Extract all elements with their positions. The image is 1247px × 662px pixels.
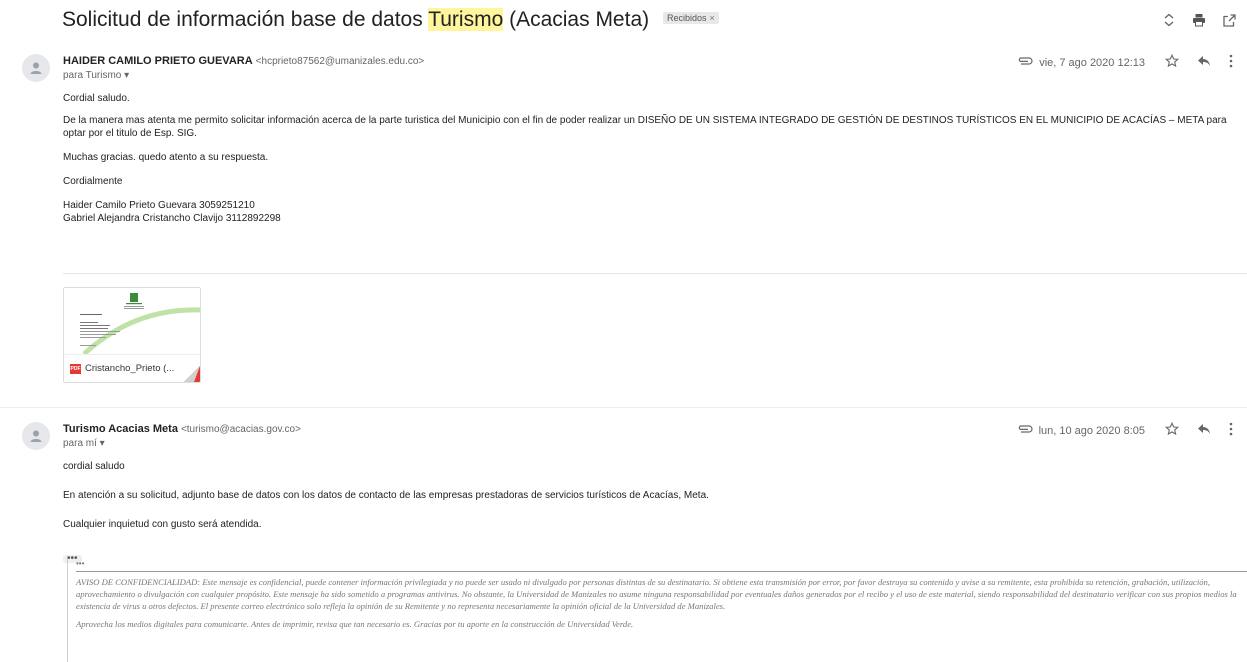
page-corner-fold-icon: [184, 366, 200, 382]
body-paragraph: Cualquier inquietud con gusto será atend…: [63, 519, 262, 530]
reply-icon[interactable]: [1197, 423, 1211, 438]
attachments-divider: [63, 273, 1247, 274]
label-chip-text: Recibidos: [666, 13, 707, 24]
sender-email: <hcprieto87562@umanizales.edu.co>: [255, 56, 425, 67]
star-icon[interactable]: [1164, 421, 1180, 439]
recipient-details-toggle[interactable]: para mí ▾: [63, 438, 105, 449]
body-paragraph: Muchas gracias. quedo atento a su respue…: [63, 152, 269, 163]
body-paragraph: Cordial saludo.: [63, 93, 130, 104]
attachment-filename: Cristancho_Prieto (...: [85, 363, 175, 374]
confidentiality-notice: AVISO DE CONFIDENCIALIDAD: Este mensaje …: [76, 576, 1247, 630]
sender-avatar[interactable]: [22, 422, 50, 450]
sender-name: HAIDER CAMILO PRIETO GUEVARA: [63, 55, 253, 67]
attachment-card[interactable]: PDF Cristancho_Prieto (...: [63, 287, 201, 383]
thread-subject: Solicitud de información base de datos T…: [62, 8, 719, 32]
legal-paragraph: AVISO DE CONFIDENCIALIDAD: Este mensaje …: [76, 577, 1237, 611]
body-paragraph: Cordialmente: [63, 176, 123, 187]
sender-name: Turismo Acacias Meta: [63, 423, 178, 435]
body-paragraph: En atención a su solicitud, adjunto base…: [63, 490, 709, 501]
legal-paragraph: Aprovecha los medios digitales para comu…: [76, 619, 634, 629]
thread-toolbar: [1161, 12, 1237, 28]
more-options-icon[interactable]: [1229, 422, 1233, 439]
reply-icon[interactable]: [1197, 55, 1211, 70]
subject-text-before: Solicitud de información base de datos: [62, 8, 429, 31]
subject-search-highlight: Turismo: [428, 8, 504, 31]
more-options-icon[interactable]: [1229, 54, 1233, 71]
message-separator: [0, 407, 1247, 408]
signature-line: Haider Camilo Prieto Guevara 3059251210: [63, 200, 255, 211]
sender-email: <turismo@acacias.gov.co>: [180, 424, 301, 435]
attachment-footer: PDF Cristancho_Prieto (...: [64, 354, 200, 382]
message-meta: vie, 7 ago 2020 12:13: [1017, 53, 1233, 71]
label-chip-recibidos[interactable]: Recibidos ×: [662, 12, 719, 25]
label-remove-icon[interactable]: ×: [710, 13, 715, 23]
message-sender[interactable]: HAIDER CAMILO PRIETO GUEVARA <hcprieto875…: [63, 55, 424, 67]
message-meta: lun, 10 ago 2020 8:05: [1017, 421, 1233, 439]
expand-collapse-icon[interactable]: [1161, 12, 1177, 28]
message-body: cordial saludo En atención a su solicitu…: [63, 460, 1243, 531]
open-new-window-icon[interactable]: [1221, 12, 1237, 28]
person-icon: [30, 430, 42, 442]
pdf-icon: PDF: [70, 363, 81, 374]
star-icon[interactable]: [1164, 53, 1180, 71]
message-date: lun, 10 ago 2020 8:05: [1038, 424, 1145, 437]
inner-trimmed-toggle[interactable]: •••: [76, 559, 1247, 568]
attachment-indicator-icon: [1017, 424, 1033, 437]
message-sender[interactable]: Turismo Acacias Meta <turismo@acacias.gov…: [63, 423, 301, 435]
recipient-details-toggle[interactable]: para Turismo ▾: [63, 70, 129, 81]
message-date: vie, 7 ago 2020 12:13: [1039, 56, 1145, 69]
signature-rule: [76, 571, 1247, 572]
quoted-content: ••• AVISO DE CONFIDENCIALIDAD: Este mens…: [67, 559, 1247, 662]
attachment-indicator-icon: [1017, 56, 1033, 69]
subject-text-after: (Acacias Meta): [503, 8, 650, 31]
body-paragraph: De la manera mas atenta me permito solic…: [63, 115, 1227, 139]
body-paragraph: cordial saludo: [63, 461, 125, 472]
attachment-preview: [64, 288, 200, 356]
person-icon: [30, 62, 42, 74]
signature-line: Gabriel Alejandra Cristancho Clavijo 311…: [63, 213, 281, 224]
sender-avatar[interactable]: [22, 54, 50, 82]
print-icon[interactable]: [1191, 12, 1207, 28]
message-body: Cordial saludo. De la manera mas atenta …: [63, 92, 1243, 225]
